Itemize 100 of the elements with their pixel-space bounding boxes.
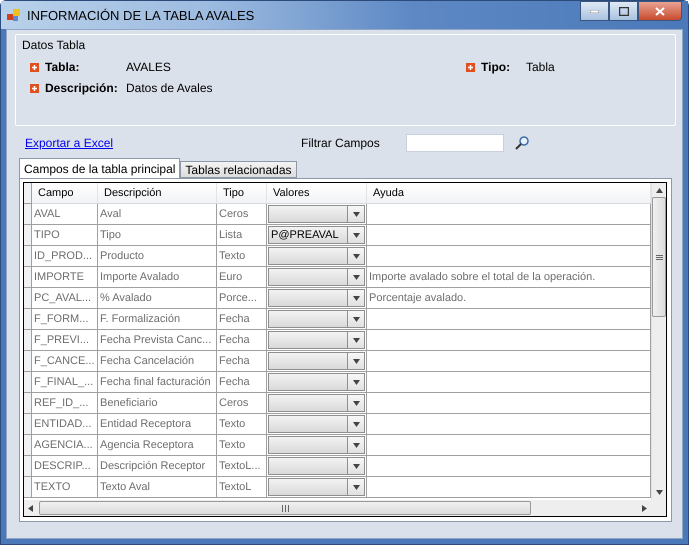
table-cell: Texto Aval	[98, 477, 217, 498]
column-header[interactable]: Descripción	[98, 183, 217, 204]
tab[interactable]: Tablas relacionadas	[180, 161, 296, 178]
tab[interactable]: Campos de la tabla principal	[19, 158, 180, 178]
dropdown-arrow-icon[interactable]	[352, 338, 360, 342]
dropdown-arrow-icon[interactable]	[352, 232, 360, 238]
row-header[interactable]	[24, 414, 32, 435]
dropdown-arrow-icon[interactable]	[352, 422, 360, 426]
field-label: Descripción:	[45, 81, 118, 95]
table-cell: Beneficiario	[98, 393, 217, 414]
values-dropdown[interactable]: P@PREAVAL	[268, 226, 365, 244]
dropdown-arrow-icon[interactable]	[352, 316, 360, 322]
table-cell: Aval	[98, 204, 217, 225]
column-header[interactable]: Campo	[32, 183, 98, 204]
table-cell: F_FORM...	[32, 309, 98, 330]
table-cell: F. Formalización	[98, 309, 217, 330]
dropdown-arrow-icon[interactable]	[352, 212, 360, 216]
table-cell: REF_ID_...	[32, 393, 98, 414]
dropdown-arrow-icon[interactable]	[352, 464, 360, 468]
table-cell: DESCRIP...	[32, 456, 98, 477]
table-cell: Fecha	[217, 330, 267, 351]
export-link[interactable]: Exportar a Excel	[25, 136, 114, 150]
dropdown-arrow-icon[interactable]	[352, 358, 360, 364]
scroll-down-icon[interactable]	[656, 490, 662, 495]
table-cell: Lista	[217, 225, 267, 246]
search-button[interactable]	[514, 135, 530, 151]
filter-field[interactable]	[406, 134, 504, 152]
close-button[interactable]	[638, 1, 682, 21]
table-cell: TEXTO	[32, 477, 98, 498]
row-header[interactable]	[24, 372, 32, 393]
row-header[interactable]	[24, 246, 32, 267]
table-cell: Euro	[217, 267, 267, 288]
table-cell: Tipo	[98, 225, 217, 246]
table-cell: ID_PROD...	[32, 246, 98, 267]
row-header[interactable]	[24, 435, 32, 456]
field-value: AVALES	[126, 60, 172, 74]
table-cell: Ceros	[217, 393, 267, 414]
row-header[interactable]	[24, 288, 32, 309]
table-cell: Fecha	[217, 309, 267, 330]
table-cell: TIPO	[32, 225, 98, 246]
field-label: Tabla:	[45, 60, 80, 74]
row-header[interactable]	[24, 267, 32, 288]
table-cell: Fecha Prevista Canc...	[98, 330, 217, 351]
table-cell: Agencia Receptora	[98, 435, 217, 456]
table-cell: Texto	[217, 435, 267, 456]
maximize-button[interactable]	[609, 1, 638, 21]
table-cell: Porcentaje avalado.	[367, 288, 651, 309]
dropdown-arrow-icon[interactable]	[352, 400, 360, 406]
scroll-left-icon[interactable]	[28, 504, 33, 512]
row-header[interactable]	[24, 477, 32, 498]
field-value: Tabla	[526, 60, 556, 74]
table-cell: F_FINAL_...	[32, 372, 98, 393]
table-cell: Importe avalado sobre el total de la operación.	[367, 267, 651, 288]
column-header[interactable]: Tipo	[217, 183, 267, 204]
dropdown-arrow-icon[interactable]	[352, 254, 360, 258]
column-header[interactable]: Valores	[267, 183, 367, 204]
scroll-right-icon[interactable]	[642, 504, 647, 512]
row-header[interactable]	[24, 456, 32, 477]
row-header[interactable]	[24, 330, 32, 351]
dropdown-arrow-icon[interactable]	[352, 296, 360, 300]
app-icon	[7, 8, 21, 22]
horizontal-scrollbar[interactable]	[24, 500, 651, 516]
table-cell: AGENCIA...	[32, 435, 98, 456]
field-value: Datos de Avales	[126, 81, 214, 95]
dropdown-arrow-icon[interactable]	[352, 442, 360, 448]
scroll-thumb[interactable]	[39, 501, 531, 515]
row-header[interactable]	[24, 225, 32, 246]
table-cell: Ceros	[217, 204, 267, 225]
window-title: INFORMACIÓN DE LA TABLA AVALES	[27, 8, 256, 22]
table-cell: F_PREVI...	[32, 330, 98, 351]
table-cell: Fecha final facturación	[98, 372, 217, 393]
grip-icon	[656, 254, 662, 260]
filter-label: Filtrar Campos	[301, 136, 380, 150]
row-header[interactable]	[24, 204, 32, 225]
table-cell: TextoL	[217, 477, 267, 498]
table-cell: F_CANCE...	[32, 351, 98, 372]
row-header[interactable]	[24, 309, 32, 330]
table-cell: Entidad Receptora	[98, 414, 217, 435]
expand-icon	[30, 84, 39, 92]
row-header[interactable]	[24, 351, 32, 372]
table-cell: Texto	[217, 414, 267, 435]
scroll-up-icon[interactable]	[656, 188, 662, 193]
column-header[interactable]: Ayuda	[367, 183, 651, 204]
table-cell: IMPORTE	[32, 267, 98, 288]
table-cell: Descripción Receptor	[98, 456, 217, 477]
expand-icon	[30, 62, 39, 72]
table-cell: Fecha	[217, 372, 267, 393]
table-cell: Fecha Cancelación	[98, 351, 217, 372]
minimize-button[interactable]	[580, 1, 609, 21]
scroll-thumb[interactable]	[652, 197, 666, 317]
group-title: Datos Tabla	[22, 38, 86, 52]
table-cell: Texto	[217, 246, 267, 267]
expand-icon	[466, 62, 475, 72]
maximize-icon	[618, 6, 628, 16]
row-header[interactable]	[24, 393, 32, 414]
table-cell: TextoL...	[217, 456, 267, 477]
dropdown-arrow-icon[interactable]	[352, 484, 360, 490]
vertical-scrollbar[interactable]	[651, 183, 666, 500]
dropdown-arrow-icon[interactable]	[352, 274, 360, 280]
dropdown-arrow-icon[interactable]	[352, 380, 360, 384]
